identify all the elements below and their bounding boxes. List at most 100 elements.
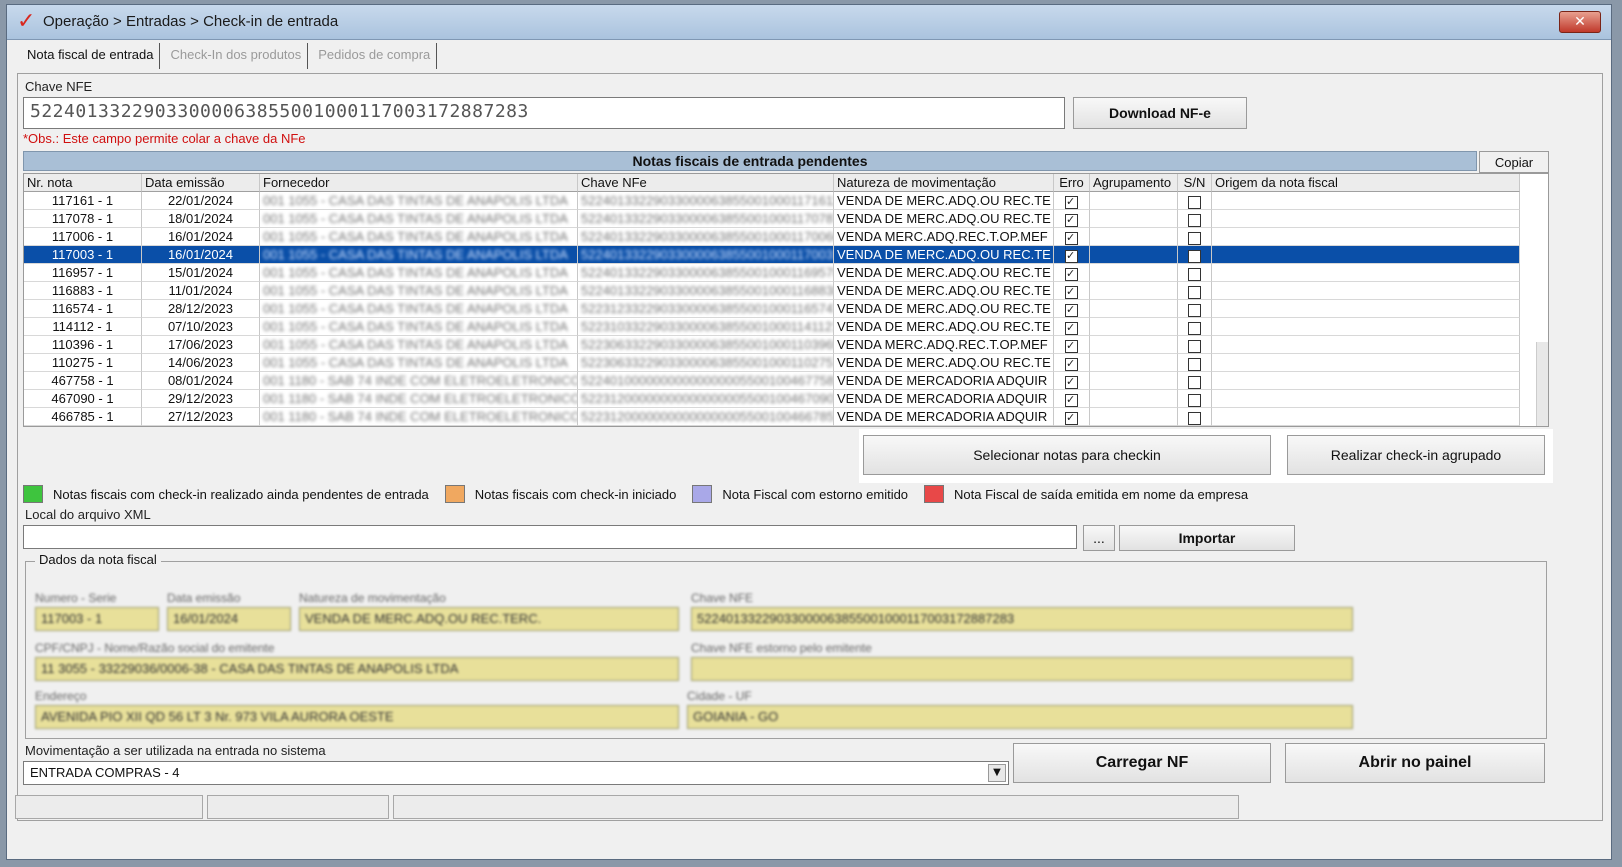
table-row[interactable]: 110396 - 1 17/06/2023 001 1055 - CASA DAS … [24,336,1520,354]
natureza-field[interactable]: VENDA DE MERC.ADQ.OU REC.TERC. [299,607,679,631]
cell-sn [1178,354,1212,372]
cell-data-emissao-text: 18/01/2024 [167,211,234,226]
col-nr-nota[interactable]: Nr. nota [24,174,142,192]
table-row[interactable]: 114112 - 1 07/10/2023 001 1055 - CASA DAS … [24,318,1520,336]
sn-checkbox[interactable] [1188,358,1201,371]
table-row[interactable]: 117006 - 1 16/01/2024 001 1055 - CASA DAS … [24,228,1520,246]
erro-checkbox[interactable] [1065,409,1078,425]
sn-checkbox[interactable] [1188,376,1201,389]
erro-checkbox[interactable] [1065,229,1078,245]
erro-checkbox[interactable] [1065,355,1078,371]
cell-agrupamento [1090,354,1178,372]
cpf-field[interactable]: 11 3055 - 33229036/0006-38 - CASA DAS TI… [35,657,679,681]
endereco-field[interactable]: AVENIDA PIO XII QD 56 LT 3 Nr. 973 VILA … [35,705,679,729]
close-button[interactable]: ✕ [1559,11,1601,33]
chave-field[interactable]: 5224013322903300006385500100011700317288… [691,607,1353,631]
cell-chave-nfe: 5224013322903300006385500100011700666 [578,228,834,246]
erro-checkbox[interactable] [1065,211,1078,227]
col-sn[interactable]: S/N [1178,174,1212,192]
erro-checkbox[interactable] [1065,193,1078,209]
erro-checkbox[interactable] [1065,337,1078,353]
sn-checkbox[interactable] [1188,250,1201,263]
cell-data-emissao-text: 14/06/2023 [167,355,234,370]
table-row[interactable]: 116574 - 1 28/12/2023 001 1055 - CASA DAS … [24,300,1520,318]
col-chave-nfe[interactable]: Chave NFe [578,174,834,192]
sn-checkbox[interactable] [1188,232,1201,245]
sn-checkbox[interactable] [1188,340,1201,353]
cell-data-emissao-text: 15/01/2024 [167,265,234,280]
table-row[interactable]: 467758 - 1 08/01/2024 001 1180 - SAB 74 IN… [24,372,1520,390]
sn-checkbox[interactable] [1188,322,1201,335]
table-row[interactable]: 467090 - 1 29/12/2023 001 1180 - SAB 74 IN… [24,390,1520,408]
cell-sn [1178,336,1212,354]
movement-select[interactable]: ENTRADA COMPRAS - 4 ▼ [23,761,1009,785]
cell-agrupamento [1090,282,1178,300]
cidade-field[interactable]: GOIANIA - GO [687,705,1353,729]
sn-checkbox[interactable] [1188,304,1201,317]
estorno-field[interactable] [691,657,1353,681]
cell-chave-nfe: 5224013322903300006385500100011707872 [578,210,834,228]
legend-swatch-green [23,485,43,503]
cell-natureza-text: VENDA DE MERCADORIA ADQUIR [837,391,1048,406]
cell-nr-nota: 110275 - 1 [24,354,142,372]
select-notes-button[interactable]: Selecionar notas para checkin [863,435,1271,475]
table-row[interactable]: 110275 - 1 14/06/2023 001 1055 - CASA DAS … [24,354,1520,372]
table-row[interactable]: 466785 - 1 27/12/2023 001 1180 - SAB 74 IN… [24,408,1520,426]
copy-button[interactable]: Copiar [1479,151,1549,173]
xml-path-input[interactable] [23,525,1077,549]
movement-label: Movimentação a ser utilizada na entrada … [25,743,326,758]
cell-natureza-text: VENDA DE MERC.ADQ.OU REC.TE [837,247,1051,262]
data-emissao-field[interactable]: 16/01/2024 [167,607,291,631]
cell-data-emissao: 27/12/2023 [142,408,260,426]
col-data-emissao[interactable]: Data emissão [142,174,260,192]
import-button[interactable]: Importar [1119,525,1295,551]
tab-pedidos-compra[interactable]: Pedidos de compra [312,43,438,69]
download-nfe-button[interactable]: Download NF-e [1073,97,1247,129]
col-fornecedor[interactable]: Fornecedor [260,174,578,192]
sn-checkbox[interactable] [1188,394,1201,407]
nfe-key-input[interactable]: 5224013322903300006385500100011700317288… [23,97,1065,129]
chevron-down-icon[interactable]: ▼ [988,764,1006,782]
col-agrupamento[interactable]: Agrupamento [1090,174,1178,192]
grid-scrollbar[interactable] [1536,342,1548,426]
erro-checkbox[interactable] [1065,391,1078,407]
col-erro[interactable]: Erro [1054,174,1090,192]
tab-checkin-produtos[interactable]: Check-In dos produtos [164,43,309,69]
sn-checkbox[interactable] [1188,412,1201,425]
cell-nr-nota-text: 110275 - 1 [51,355,114,370]
col-natureza[interactable]: Natureza de movimentação [834,174,1054,192]
numero-field[interactable]: 117003 - 1 [35,607,159,631]
load-nf-button[interactable]: Carregar NF [1013,743,1271,783]
cell-nr-nota-text: 117161 - 1 [51,193,114,208]
cell-natureza: VENDA MERC.ADQ.REC.T.OP.MEF [834,336,1054,354]
cell-nr-nota: 116883 - 1 [24,282,142,300]
table-row[interactable]: 117078 - 1 18/01/2024 001 1055 - CASA DAS … [24,210,1520,228]
erro-checkbox[interactable] [1065,373,1078,389]
sn-checkbox[interactable] [1188,196,1201,209]
action-area: Selecionar notas para checkin Realizar c… [859,429,1553,483]
cell-natureza: VENDA DE MERC.ADQ.OU REC.TE [834,246,1054,264]
erro-checkbox[interactable] [1065,319,1078,335]
status-segment-2 [207,795,389,819]
col-origem[interactable]: Origem da nota fiscal [1212,174,1520,192]
erro-checkbox[interactable] [1065,301,1078,317]
erro-checkbox[interactable] [1065,247,1078,263]
browse-xml-button[interactable]: ... [1083,525,1115,551]
sn-checkbox[interactable] [1188,268,1201,281]
table-row[interactable]: 117003 - 1 16/01/2024 001 1055 - CASA DAS … [24,246,1520,264]
erro-checkbox[interactable] [1065,283,1078,299]
cell-agrupamento [1090,264,1178,282]
grouped-checkin-button[interactable]: Realizar check-in agrupado [1287,435,1545,475]
erro-checkbox[interactable] [1065,265,1078,281]
cell-natureza-text: VENDA DE MERCADORIA ADQUIR [837,409,1048,424]
natureza-label: Natureza de movimentação [299,591,446,605]
table-row[interactable]: 116957 - 1 15/01/2024 001 1055 - CASA DAS … [24,264,1520,282]
open-panel-button[interactable]: Abrir no painel [1285,743,1545,783]
tab-nota-fiscal[interactable]: Nota fiscal de entrada [21,43,161,69]
table-row[interactable]: 117161 - 1 22/01/2024 001 1055 - CASA DAS … [24,192,1520,210]
cell-fornecedor-text: 001 1055 - CASA DAS TINTAS DE ANAPOLIS L… [263,211,568,226]
cell-erro [1054,372,1090,390]
sn-checkbox[interactable] [1188,214,1201,227]
table-row[interactable]: 116883 - 1 11/01/2024 001 1055 - CASA DAS … [24,282,1520,300]
sn-checkbox[interactable] [1188,286,1201,299]
